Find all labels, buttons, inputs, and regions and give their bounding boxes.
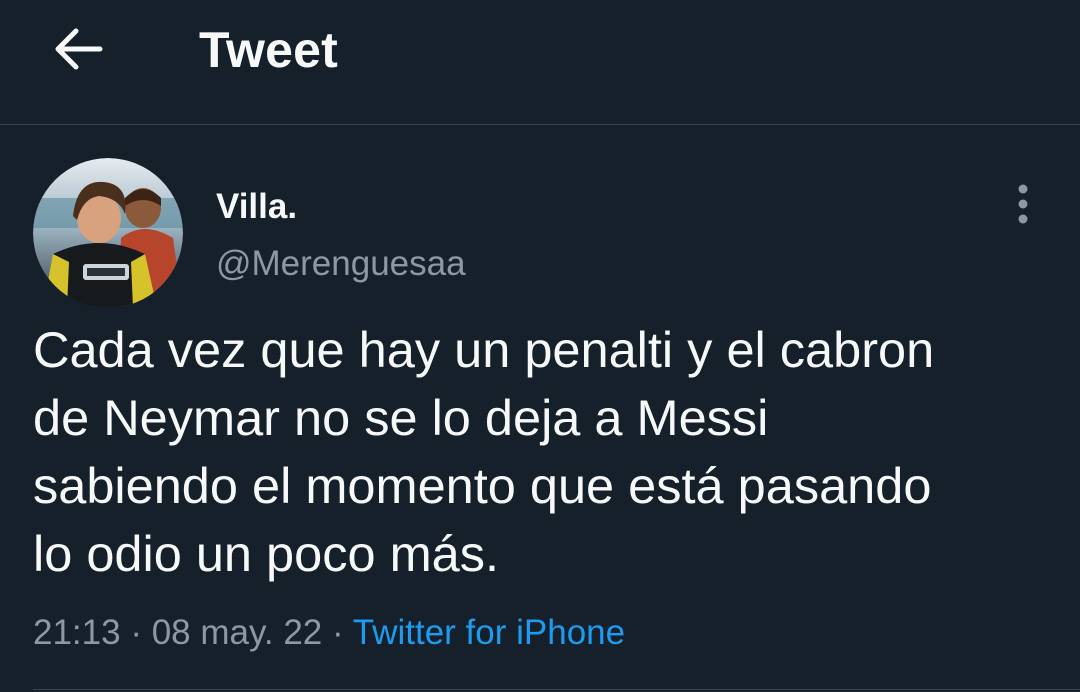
author-display-name[interactable]: Villa. xyxy=(216,186,297,228)
tweet-text-line: lo odio un poco más. xyxy=(33,525,500,582)
tweet-meta: 21:13 · 08 may. 22 · Twitter for iPhone xyxy=(33,612,625,654)
meta-separator: · xyxy=(332,613,344,652)
tweet-date[interactable]: 08 may. 22 xyxy=(152,613,323,652)
back-button[interactable] xyxy=(40,14,116,84)
more-vertical-icon xyxy=(1018,184,1028,224)
meta-separator: · xyxy=(130,613,142,652)
top-bar: Tweet xyxy=(0,0,1080,125)
tweet-text-line: de Neymar no se lo deja a Messi xyxy=(33,389,769,446)
divider xyxy=(33,689,1080,690)
tweet-time[interactable]: 21:13 xyxy=(33,613,121,652)
author-handle[interactable]: @Merenguesaa xyxy=(216,243,466,285)
tweet-text: Cada vez que hay un penalti y el cabron … xyxy=(33,316,1053,588)
avatar[interactable] xyxy=(33,158,183,308)
avatar-photo xyxy=(33,158,183,308)
tweet-text-line: sabiendo el momento que está pasando xyxy=(33,457,932,514)
tweet-text-line: Cada vez que hay un penalti y el cabron xyxy=(33,321,935,378)
tweet-source-link[interactable]: Twitter for iPhone xyxy=(353,613,625,652)
more-options-button[interactable] xyxy=(1003,180,1043,228)
page-title: Tweet xyxy=(199,22,338,78)
arrow-left-icon xyxy=(55,28,103,70)
